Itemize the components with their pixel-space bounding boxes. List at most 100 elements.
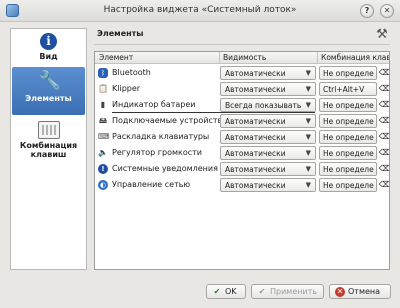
wrench-icon: 🔧 <box>38 70 61 91</box>
shortcut-value: Не определе <box>323 117 374 126</box>
chevron-down-icon: ▼ <box>305 85 311 93</box>
sidebar-item-view[interactable]: i Вид <box>12 33 85 65</box>
clear-shortcut-icon[interactable]: ⌫ <box>379 84 389 94</box>
elements-table: Элемент Видимость Комбинация клав ᛒ Blue… <box>94 51 390 270</box>
row-label: Управление сетью <box>112 180 191 189</box>
chevron-down-icon: ▼ <box>305 117 311 125</box>
shortcut-value: Не определе <box>323 133 374 142</box>
column-header-visibility[interactable]: Видимость <box>223 53 313 62</box>
shortcut-button[interactable]: Не определе <box>319 114 377 128</box>
apply-icon: ✔ <box>258 287 266 296</box>
column-header-shortcut[interactable]: Комбинация клав <box>321 53 389 62</box>
visibility-select[interactable]: Автоматически ▼ <box>220 66 316 80</box>
row-label: Раскладка клавиатуры <box>112 132 210 141</box>
shortcut-value: Не определе <box>323 181 374 190</box>
row-label: Системные уведомления <box>112 164 218 173</box>
select-value: Автоматически <box>225 85 286 94</box>
sidebar: i Вид 🔧 Элементы Комбинация клавиш <box>10 28 87 270</box>
checkmark-icon: ✔ <box>213 287 221 296</box>
shortcut-value: Ctrl+Alt+V <box>323 85 365 94</box>
ok-button[interactable]: ✔ OK <box>206 284 246 299</box>
select-value: Всегда показывать <box>225 101 302 110</box>
chevron-down-icon: ▼ <box>305 133 311 141</box>
shortcut-button[interactable]: Не определе <box>319 130 377 144</box>
sidebar-item-shortcuts[interactable]: Комбинация клавиш <box>12 121 85 167</box>
clear-shortcut-icon[interactable]: ⌫ <box>379 68 389 78</box>
shortcut-button[interactable]: Ctrl+Alt+V <box>319 82 377 96</box>
table-row: ! Системные уведомления Автоматически ▼ … <box>95 161 389 177</box>
cancel-button-label: Отмена <box>348 287 381 296</box>
shortcut-value: Не определе <box>323 101 374 110</box>
clear-shortcut-icon[interactable]: ⌫ <box>379 148 389 158</box>
visibility-select[interactable]: Автоматически ▼ <box>220 130 316 144</box>
chevron-down-icon: ▼ <box>305 149 311 157</box>
table-row: ◐ Управление сетью Автоматически ▼ Не оп… <box>95 177 389 193</box>
select-value: Автоматически <box>225 165 286 174</box>
help-button[interactable]: ? <box>360 4 374 18</box>
cancel-button[interactable]: ✕ Отмена <box>329 284 391 299</box>
chevron-down-icon: ▼ <box>305 69 311 77</box>
bluetooth-icon: ᛒ <box>98 68 108 78</box>
table-row: 📋 Klipper Автоматически ▼ Ctrl+Alt+V ⌫ <box>95 81 389 97</box>
row-label: Индикатор батареи <box>112 100 196 109</box>
shortcut-value: Не определе <box>323 149 374 158</box>
clear-shortcut-icon[interactable]: ⌫ <box>379 164 389 174</box>
shortcut-button[interactable]: Не определе <box>319 146 377 160</box>
table-row: ▮ Индикатор батареи Всегда показывать ▼ … <box>95 97 389 113</box>
sidebar-item-label: Вид <box>39 52 58 61</box>
shortcut-button[interactable]: Не определе <box>319 98 377 112</box>
clipboard-icon: 📋 <box>98 84 108 93</box>
table-row: 🔈 Регулятор громкости Автоматически ▼ Не… <box>95 145 389 161</box>
visibility-select[interactable]: Всегда показывать ▼ <box>220 98 316 112</box>
row-label: Bluetooth <box>112 68 151 77</box>
row-label: Регулятор громкости <box>112 148 202 157</box>
network-icon: ◐ <box>98 180 108 190</box>
select-value: Автоматически <box>225 133 286 142</box>
column-divider <box>317 52 318 64</box>
clear-shortcut-icon[interactable]: ⌫ <box>379 100 389 110</box>
column-header-element[interactable]: Элемент <box>99 53 217 62</box>
device-icon: 🖴 <box>98 116 108 125</box>
chevron-down-icon: ▼ <box>305 101 311 109</box>
section-title: Элементы <box>97 29 144 38</box>
visibility-select[interactable]: Автоматически ▼ <box>220 178 316 192</box>
notification-icon: ! <box>98 164 108 174</box>
shortcut-button[interactable]: Не определе <box>319 162 377 176</box>
volume-icon: 🔈 <box>98 148 108 157</box>
keyboard-layout-icon: ⌨ <box>98 132 110 141</box>
table-header: Элемент Видимость Комбинация клав <box>95 52 389 64</box>
window-title: Настройка виджета «Системный лоток» <box>103 5 297 15</box>
keyboard-icon <box>37 121 60 139</box>
select-value: Автоматически <box>225 181 286 190</box>
select-value: Автоматически <box>225 117 286 126</box>
close-button[interactable]: ✕ <box>380 4 394 18</box>
select-value: Автоматически <box>225 149 286 158</box>
shortcut-button[interactable]: Не определе <box>319 178 377 192</box>
visibility-select[interactable]: Автоматически ▼ <box>220 82 316 96</box>
info-icon: i <box>40 33 57 50</box>
title-bar: Настройка виджета «Системный лоток» ? ✕ <box>0 0 400 22</box>
clear-shortcut-icon[interactable]: ⌫ <box>379 116 389 126</box>
table-row: ⌨ Раскладка клавиатуры Автоматически ▼ Н… <box>95 129 389 145</box>
ok-button-label: OK <box>225 287 237 296</box>
row-label: Klipper <box>112 84 141 93</box>
shortcut-button[interactable]: Не определе <box>319 66 377 80</box>
select-value: Автоматически <box>225 69 286 78</box>
shortcut-value: Не определе <box>323 165 374 174</box>
visibility-select[interactable]: Автоматически ▼ <box>220 114 316 128</box>
table-row: ᛒ Bluetooth Автоматически ▼ Не определе … <box>95 65 389 81</box>
column-divider <box>219 52 220 64</box>
shortcut-value: Не определе <box>323 69 374 78</box>
battery-icon: ▮ <box>100 100 106 109</box>
clear-shortcut-icon[interactable]: ⌫ <box>379 180 389 190</box>
sidebar-item-elements[interactable]: 🔧 Элементы <box>12 67 85 115</box>
cancel-icon: ✕ <box>335 287 345 297</box>
row-label: Подключаемые устройства <box>112 116 220 125</box>
visibility-select[interactable]: Автоматически ▼ <box>220 146 316 160</box>
chevron-down-icon: ▼ <box>305 181 311 189</box>
apply-button[interactable]: ✔ Применить <box>251 284 324 299</box>
clear-shortcut-icon[interactable]: ⌫ <box>379 132 389 142</box>
sidebar-item-label: Комбинация клавиш <box>19 141 78 159</box>
visibility-select[interactable]: Автоматически ▼ <box>220 162 316 176</box>
sidebar-item-label: Элементы <box>25 94 72 103</box>
